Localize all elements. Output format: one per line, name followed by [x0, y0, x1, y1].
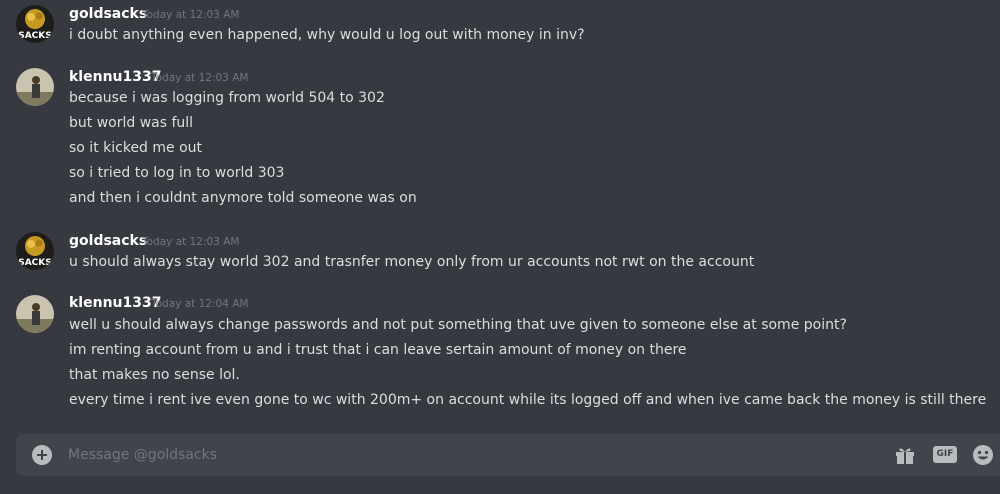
- message-text: and then i couldnt anymore told someone …: [69, 190, 417, 206]
- username[interactable]: klennu1337: [69, 295, 161, 311]
- timestamp: Today at 12:03 AM: [151, 72, 249, 84]
- emoji-icon[interactable]: [972, 444, 994, 466]
- message-text: that makes no sense lol.: [69, 367, 240, 383]
- message-text: every time i rent ive even gone to wc wi…: [69, 392, 987, 408]
- message-text: well u should always change passwords an…: [69, 317, 847, 333]
- message-text: but world was full: [69, 115, 194, 131]
- message-composer: GIF: [16, 434, 1000, 476]
- timestamp: Today at 12:03 AM: [142, 9, 240, 21]
- avatar-goldsacks[interactable]: SACKS: [16, 5, 54, 43]
- timestamp: Today at 12:03 AM: [142, 236, 240, 248]
- avatar-klennu1337[interactable]: [16, 295, 54, 333]
- chat-window: SACKS goldsacks Today at 12:03 AM i doub…: [0, 0, 1000, 494]
- message-input[interactable]: [68, 434, 868, 476]
- gift-icon[interactable]: [894, 444, 916, 466]
- avatar-text: SACKS: [18, 258, 52, 268]
- username[interactable]: klennu1337: [69, 69, 161, 85]
- message-text: u should always stay world 302 and trasn…: [69, 254, 755, 270]
- avatar-goldsacks[interactable]: SACKS: [16, 232, 54, 270]
- gif-icon[interactable]: GIF: [933, 446, 957, 463]
- message-text: so i tried to log in to world 303: [69, 165, 285, 181]
- message-text: im renting account from u and i trust th…: [69, 342, 687, 358]
- message-text: i doubt anything even happened, why woul…: [69, 27, 585, 43]
- username[interactable]: goldsacks: [69, 6, 147, 22]
- avatar-text: SACKS: [18, 31, 52, 41]
- add-icon[interactable]: [32, 445, 52, 465]
- message-text: because i was logging from world 504 to …: [69, 90, 385, 106]
- avatar-klennu1337[interactable]: [16, 68, 54, 106]
- username[interactable]: goldsacks: [69, 233, 147, 249]
- message-text: so it kicked me out: [69, 140, 203, 156]
- timestamp: Today at 12:04 AM: [151, 298, 249, 310]
